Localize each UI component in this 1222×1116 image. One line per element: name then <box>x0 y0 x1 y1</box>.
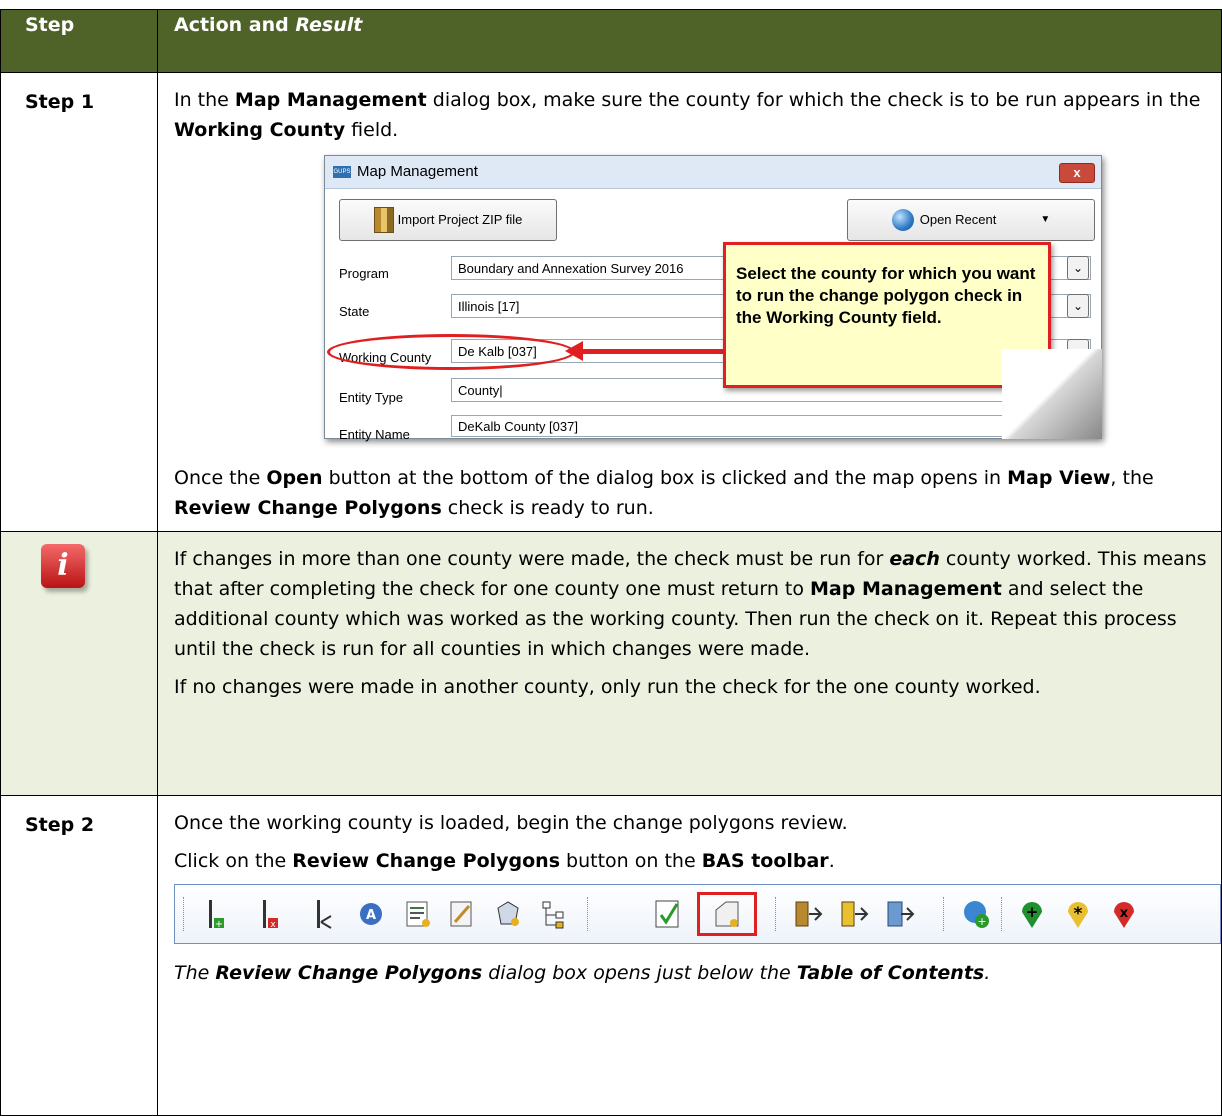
step2-intro: Once the working county is loaded, begin… <box>174 812 848 834</box>
step2-label: Step 2 <box>0 795 158 1116</box>
step1-followup: Once the Open button at the bottom of th… <box>174 467 1154 519</box>
step2-instruction: Click on the Review Change Polygons butt… <box>174 850 835 872</box>
toolbar-separator <box>943 897 946 931</box>
svg-text:x: x <box>1120 906 1129 921</box>
note-paragraph-1: If changes in more than one county were … <box>174 548 1207 660</box>
add-point-icon[interactable]: + <box>1017 898 1047 930</box>
toolbar-separator <box>775 897 778 931</box>
import-button-label: Import Project ZIP file <box>397 212 523 227</box>
step1-content: In the Map Management dialog box, make s… <box>157 72 1222 532</box>
entity-type-label: Entity Type <box>339 390 404 405</box>
open-recent-label: Open Recent <box>919 212 997 227</box>
app-logo-icon: GUPS <box>333 166 351 178</box>
callout-arrow-line <box>579 349 729 354</box>
page-curl-decoration <box>1002 349 1102 439</box>
toolbar-separator <box>183 897 186 931</box>
edit-table-icon[interactable] <box>447 898 477 930</box>
validate-check-icon[interactable] <box>653 898 683 930</box>
entity-name-field[interactable]: DeKalb County [037] <box>451 415 1091 437</box>
note-icon-cell: i <box>0 531 158 796</box>
program-label: Program <box>339 266 389 281</box>
note-row: i If changes in more than one county wer… <box>0 531 1222 796</box>
header-action: Action and Result <box>157 9 1222 73</box>
note-content: If changes in more than one county were … <box>157 531 1222 796</box>
polygon-icon[interactable] <box>493 898 523 930</box>
globe-icon <box>891 209 914 231</box>
import-project-zip-button[interactable]: Import Project ZIP file <box>339 199 557 241</box>
svg-text:+: + <box>215 919 223 930</box>
delete-line-icon[interactable]: x <box>257 898 287 930</box>
svg-text:A: A <box>366 908 376 923</box>
step1-label: Step 1 <box>0 72 158 532</box>
export-zip-icon[interactable] <box>793 898 823 930</box>
dialog-title: Map Management <box>357 163 478 180</box>
export-map-icon[interactable] <box>885 898 915 930</box>
note-paragraph-2: If no changes were made in another count… <box>174 676 1041 698</box>
map-management-screenshot: GUPS Map Management x Import Project ZIP… <box>174 153 1209 455</box>
delete-point-icon[interactable]: x <box>1109 898 1139 930</box>
split-line-icon[interactable] <box>311 898 341 930</box>
svg-text:*: * <box>1074 904 1083 924</box>
step2-result: The Review Change Polygons dialog box op… <box>174 962 991 984</box>
report-icon[interactable] <box>403 898 433 930</box>
table-header-row: Step Action and Result <box>0 9 1222 73</box>
header-step: Step <box>0 9 158 73</box>
state-dropdown-icon[interactable]: ⌄ <box>1067 294 1089 318</box>
import-zip-icon[interactable] <box>839 898 869 930</box>
toolbar-separator <box>1001 897 1004 931</box>
dialog-titlebar: GUPS Map Management <box>325 156 1101 189</box>
working-county-highlight-oval <box>327 334 575 370</box>
svg-text:+: + <box>977 915 986 928</box>
add-line-icon[interactable]: + <box>203 898 233 930</box>
callout-arrow-head <box>565 341 583 361</box>
review-change-polygons-icon[interactable] <box>712 898 742 930</box>
step2-content: Once the working county is loaded, begin… <box>157 795 1222 1116</box>
step2-row: Step 2 Once the working county is loaded… <box>0 795 1222 1116</box>
program-dropdown-icon[interactable]: ⌄ <box>1067 256 1089 280</box>
map-management-dialog: GUPS Map Management x Import Project ZIP… <box>324 155 1102 442</box>
tree-icon[interactable] <box>539 898 569 930</box>
info-icon: i <box>41 544 85 588</box>
close-icon[interactable]: x <box>1059 163 1095 183</box>
zip-file-icon <box>373 207 394 233</box>
entity-name-label: Entity Name <box>339 427 410 442</box>
step1-intro: In the Map Management dialog box, make s… <box>174 89 1201 141</box>
chevron-down-icon: ▼ <box>1040 214 1051 225</box>
toolbar-separator <box>587 897 590 931</box>
svg-text:+: + <box>1026 903 1039 921</box>
bas-toolbar: + x A + + * x <box>174 884 1221 944</box>
asterisk-point-icon[interactable]: * <box>1063 898 1093 930</box>
step1-row: Step 1 In the Map Management dialog box,… <box>0 72 1222 532</box>
state-label: State <box>339 304 370 319</box>
attribute-icon[interactable]: A <box>357 898 387 930</box>
procedure-table: Step Action and Result Step 1 In the Map… <box>0 9 1222 1116</box>
add-globe-icon[interactable]: + <box>961 898 991 930</box>
svg-text:x: x <box>270 920 276 930</box>
open-recent-button[interactable]: Open Recent ▼ <box>847 199 1095 241</box>
